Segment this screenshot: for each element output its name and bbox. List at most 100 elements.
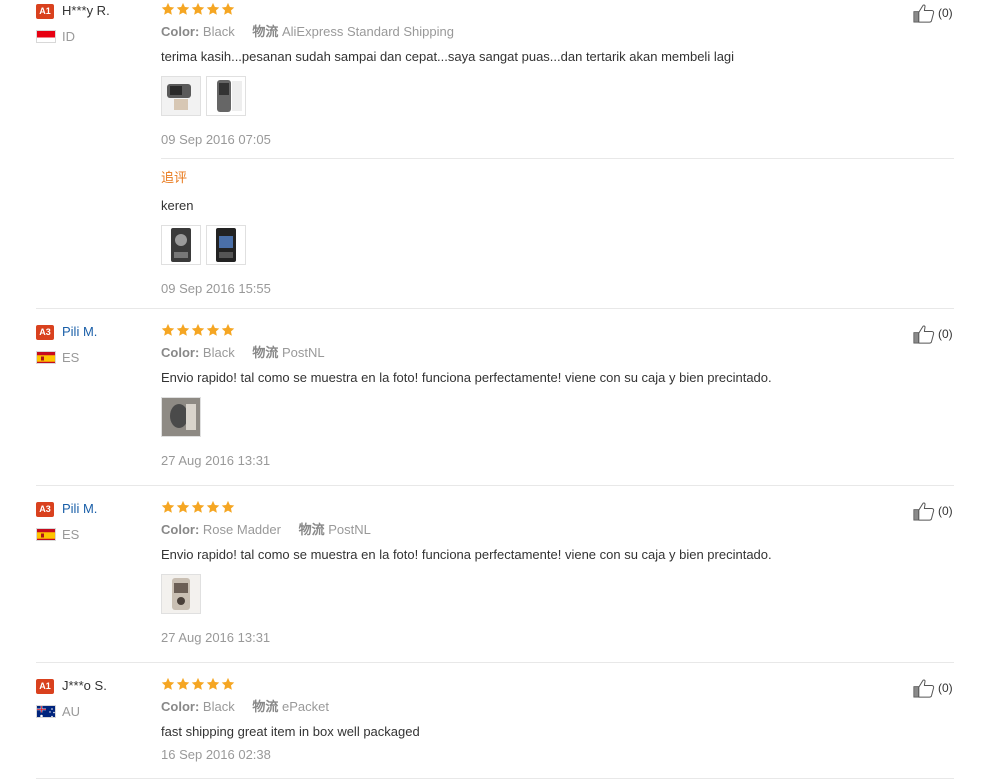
review-text: Envio rapido! tal como se muestra en la … bbox=[161, 370, 772, 385]
photo-icon bbox=[207, 77, 245, 115]
review-text: fast shipping great item in box well pac… bbox=[161, 724, 420, 739]
buyer-name: H***y R. bbox=[62, 3, 110, 18]
star-icon bbox=[161, 500, 175, 514]
star-rating bbox=[161, 500, 235, 516]
star-icon bbox=[206, 323, 220, 337]
review-date: 27 Aug 2016 13:31 bbox=[161, 453, 271, 468]
color-label: Color: bbox=[161, 699, 200, 714]
star-icon bbox=[191, 323, 205, 337]
shipping-value: PostNL bbox=[328, 522, 371, 537]
review-photos bbox=[161, 574, 201, 614]
star-icon bbox=[161, 677, 175, 691]
review-photo-thumbnail[interactable] bbox=[161, 76, 201, 116]
shipping-label: 物流 bbox=[252, 24, 279, 39]
review-date: 27 Aug 2016 13:31 bbox=[161, 630, 271, 645]
review-date: 16 Sep 2016 02:38 bbox=[161, 747, 271, 762]
star-icon bbox=[206, 500, 220, 514]
review-photo-thumbnail[interactable] bbox=[161, 225, 201, 265]
star-rating bbox=[161, 2, 235, 18]
review-photo-thumbnail[interactable] bbox=[161, 574, 201, 614]
shipping-value: PostNL bbox=[281, 345, 325, 360]
review-photo-thumbnail[interactable] bbox=[206, 225, 246, 265]
section-divider bbox=[161, 158, 954, 159]
additional-review-text: keren bbox=[161, 198, 194, 213]
star-icon bbox=[221, 2, 235, 16]
review-text: Envio rapido! tal como se muestra en la … bbox=[161, 547, 772, 562]
buyer-name: J***o S. bbox=[62, 678, 107, 693]
color-value: Rose Madder bbox=[202, 522, 281, 537]
buyer-country: AU bbox=[62, 704, 81, 719]
buyer-name[interactable]: Pili M. bbox=[62, 501, 97, 517]
review-text: terima kasih...pesanan sudah sampai dan … bbox=[161, 49, 735, 64]
thumbs-up-icon bbox=[912, 324, 936, 344]
helpful-button[interactable]: (0) bbox=[912, 678, 953, 698]
helpful-button[interactable]: (0) bbox=[912, 3, 953, 23]
review-photos bbox=[161, 397, 201, 437]
flag-australia bbox=[36, 705, 56, 718]
star-icon bbox=[191, 677, 205, 691]
shipping-label: 物流 bbox=[252, 345, 279, 360]
additional-review-photos bbox=[161, 225, 246, 265]
review-feed: A1 H***y R. ID Color: Black 物流 AliExpres… bbox=[0, 0, 991, 780]
buyer-country: ES bbox=[62, 350, 80, 365]
thumbs-up-icon bbox=[912, 501, 936, 521]
shipping-value: ePacket bbox=[281, 699, 329, 714]
star-icon bbox=[161, 323, 175, 337]
review-divider bbox=[36, 308, 954, 309]
review-divider bbox=[36, 778, 954, 779]
star-icon bbox=[206, 677, 220, 691]
buyer-name[interactable]: Pili M. bbox=[62, 324, 97, 340]
thumbs-up-icon bbox=[912, 3, 936, 23]
flag-spain bbox=[36, 528, 56, 541]
helpful-count: (0) bbox=[938, 681, 953, 695]
star-icon bbox=[176, 677, 190, 691]
buyer-level-badge: A3 bbox=[36, 325, 54, 340]
star-icon bbox=[161, 2, 175, 16]
buyer-level-badge: A3 bbox=[36, 502, 54, 517]
photo-icon bbox=[162, 226, 200, 264]
star-icon bbox=[191, 2, 205, 16]
buyer-country: ES bbox=[62, 527, 80, 542]
star-icon bbox=[176, 500, 190, 514]
buyer-level-badge: A1 bbox=[36, 4, 54, 19]
star-rating bbox=[161, 323, 235, 339]
star-icon bbox=[221, 323, 235, 337]
helpful-count: (0) bbox=[938, 6, 953, 20]
color-value: Black bbox=[202, 699, 235, 714]
review-divider bbox=[36, 662, 954, 663]
photo-icon bbox=[162, 398, 200, 436]
photo-icon bbox=[162, 575, 200, 613]
buyer-country: ID bbox=[62, 29, 75, 44]
thumbs-up-icon bbox=[912, 678, 936, 698]
additional-review-label: 追评 bbox=[161, 170, 188, 185]
order-info: Color: Rose Madder 物流 PostNL bbox=[161, 522, 371, 538]
shipping-label: 物流 bbox=[252, 699, 279, 714]
review-date: 09 Sep 2016 07:05 bbox=[161, 132, 271, 147]
review-photo-thumbnail[interactable] bbox=[206, 76, 246, 116]
star-icon bbox=[176, 323, 190, 337]
star-icon bbox=[221, 500, 235, 514]
additional-review-date: 09 Sep 2016 15:55 bbox=[161, 281, 271, 296]
order-info: Color: Black 物流 PostNL bbox=[161, 345, 325, 361]
helpful-button[interactable]: (0) bbox=[912, 324, 953, 344]
star-icon bbox=[176, 2, 190, 16]
flag-indonesia bbox=[36, 30, 56, 43]
helpful-count: (0) bbox=[938, 327, 953, 341]
color-value: Black bbox=[202, 345, 235, 360]
star-icon bbox=[221, 677, 235, 691]
helpful-count: (0) bbox=[938, 504, 953, 518]
flag-spain bbox=[36, 351, 56, 364]
review-photo-thumbnail[interactable] bbox=[161, 397, 201, 437]
helpful-button[interactable]: (0) bbox=[912, 501, 953, 521]
buyer-level-badge: A1 bbox=[36, 679, 54, 694]
order-info: Color: Black 物流 AliExpress Standard Ship… bbox=[161, 24, 454, 40]
star-rating bbox=[161, 677, 235, 693]
photo-icon bbox=[162, 77, 200, 115]
review-divider bbox=[36, 485, 954, 486]
shipping-value: AliExpress Standard Shipping bbox=[281, 24, 454, 39]
star-icon bbox=[191, 500, 205, 514]
review-photos bbox=[161, 76, 246, 116]
color-label: Color: bbox=[161, 345, 200, 360]
star-icon bbox=[206, 2, 220, 16]
color-label: Color: bbox=[161, 522, 200, 537]
